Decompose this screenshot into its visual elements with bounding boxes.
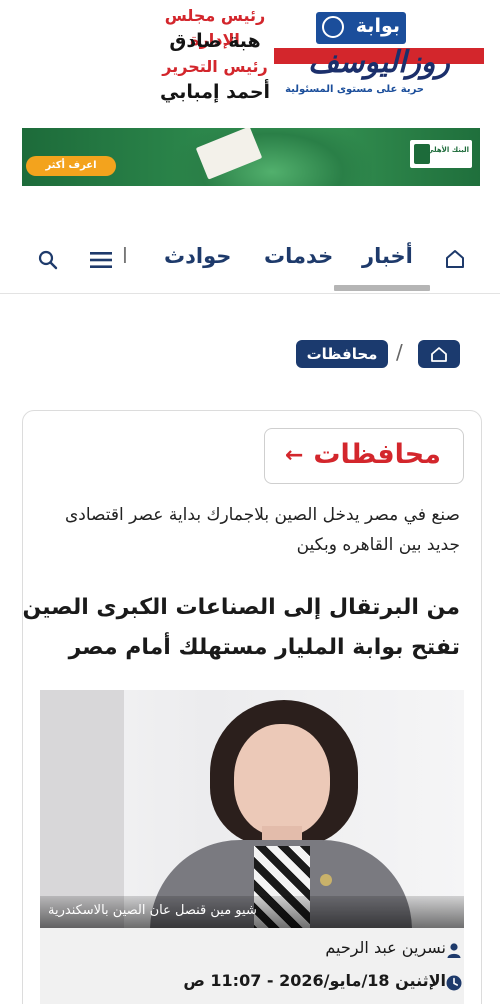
article-author[interactable]: نسرين عبد الرحيم — [325, 938, 446, 957]
nav-active-indicator — [334, 285, 430, 291]
home-icon[interactable] — [444, 248, 466, 270]
clock-icon — [446, 975, 462, 991]
site-header: رئيس مجلس الإدارة هبة صادق رئيس التحرير … — [0, 0, 500, 118]
home-icon — [431, 347, 447, 362]
nav-item-services[interactable]: خدمات — [264, 244, 333, 268]
photo-background-wall — [40, 690, 124, 928]
search-icon[interactable] — [38, 250, 58, 270]
photo-subject-face — [234, 724, 330, 836]
bank-logo: البنك الأهلي — [410, 140, 472, 168]
nav-item-news[interactable]: أخبار — [362, 244, 413, 268]
ad-banner[interactable]: اعرف أكثر البنك الأهلي — [22, 128, 480, 186]
menu-icon[interactable] — [90, 250, 112, 270]
breadcrumb-separator: / — [396, 340, 403, 364]
logo-wordmark: روزاليوسف — [274, 45, 484, 80]
article-headline: من البرتقال إلى الصناعات الكبرى الصين تف… — [22, 595, 461, 660]
bank-name: البنك الأهلي — [426, 146, 469, 154]
article-date: الإثنين 18/مايو/2026 - 11:07 ص — [183, 971, 446, 990]
editor-title: رئيس التحرير — [162, 57, 268, 76]
section-title: محافظات — [313, 439, 441, 470]
breadcrumb-home[interactable] — [418, 340, 460, 368]
user-icon — [447, 943, 461, 958]
masthead: رئيس مجلس الإدارة هبة صادق رئيس التحرير … — [140, 4, 290, 106]
article-photo[interactable] — [40, 690, 464, 928]
photo-subject-brooch — [320, 874, 332, 886]
logo-wordmark-text: روزاليوسف — [308, 45, 450, 80]
editor-name: أحمد إمبابي — [159, 81, 271, 103]
nav-item-incidents[interactable]: حوادث — [164, 244, 231, 268]
site-logo[interactable]: بوابة روزاليوسف حرية على مستوى المسئولية — [274, 12, 484, 104]
board-chair-title: رئيس مجلس الإدارة — [164, 6, 266, 49]
arrow-left-icon: ← — [285, 443, 304, 468]
nav-separator: ا — [122, 244, 128, 268]
main-nav: أخبار خدمات حوادث ا — [0, 224, 500, 294]
logo-tagline: حرية على مستوى المسئولية — [285, 84, 424, 95]
photo-caption: شيو مين قنصل عان الصين بالاسكندرية — [48, 903, 257, 918]
learn-more-button[interactable]: اعرف أكثر — [26, 156, 116, 176]
logo-badge-text: بوابة — [355, 15, 400, 37]
board-chair-name: هبة صادق — [169, 30, 261, 52]
article-subhead: صنع في مصر يدخل الصين بلاجمارك بداية عصر… — [64, 505, 460, 555]
section-heading[interactable]: محافظات ← — [264, 428, 464, 484]
globe-icon — [322, 16, 344, 38]
breadcrumb-current[interactable]: محافظات — [296, 340, 388, 368]
